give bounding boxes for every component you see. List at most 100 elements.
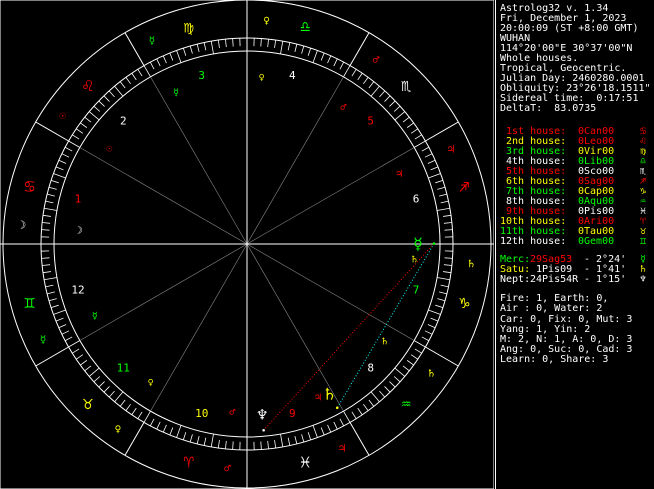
house-cusp-value: 0Gem00 xyxy=(578,236,615,247)
house-ruler-icon: ☉ xyxy=(106,144,112,155)
degree-tick xyxy=(436,277,450,281)
degree-tick xyxy=(42,214,51,217)
degree-tick xyxy=(232,441,234,450)
planet-name: Nept: xyxy=(500,274,531,285)
house-number: 8 xyxy=(367,362,374,375)
degree-tick xyxy=(125,403,131,411)
degree-tick xyxy=(435,179,444,184)
degree-tick xyxy=(48,186,57,190)
degree-tick xyxy=(393,105,401,112)
degree-tick xyxy=(108,90,115,98)
house-number: 9 xyxy=(289,407,296,420)
degree-tick xyxy=(421,146,430,152)
degree-tick xyxy=(114,391,124,403)
degree-tick xyxy=(217,440,220,449)
degree-tick xyxy=(44,277,58,281)
degree-tick xyxy=(182,47,187,56)
degree-tick xyxy=(182,432,187,441)
degree-tick xyxy=(137,69,143,77)
house-cusp-line xyxy=(150,76,248,245)
degree-tick xyxy=(68,340,81,348)
degree-tick xyxy=(424,153,433,158)
degree-tick xyxy=(210,433,214,447)
house-number: 1 xyxy=(75,193,82,206)
degree-tick xyxy=(414,348,422,354)
degree-tick xyxy=(280,433,284,447)
chart-wheel-area: ♈ ♂ ♉ ♀ ♊ ☿ ♋ ☽ ♌ ☉ ♍ ☿ ♎ ♀ ♏ ♂ ♐ ♃ ♑ ♄ ♒ ♄ ♓ ♃ 1 ☽ 2 ☉ 3 ☿ 4 ♀ 5 ♂ 6 ♃ 7 ♄ 8 ♄… xyxy=(0,0,494,489)
degree-tick xyxy=(287,437,291,446)
degree-tick xyxy=(72,348,80,354)
learn-share-counts: Learn: 0, Share: 3 xyxy=(500,354,609,365)
degree-tick xyxy=(343,65,351,78)
house-ruler-icon: ♃ xyxy=(396,169,402,180)
degree-tick xyxy=(156,421,161,430)
degree-tick xyxy=(437,186,446,190)
degree-tick xyxy=(58,324,67,329)
zodiac-sign-icon: ♐ xyxy=(459,177,469,197)
degree-tick xyxy=(45,200,54,204)
degree-tick xyxy=(294,44,298,52)
house-number: 6 xyxy=(413,193,420,206)
degree-tick xyxy=(143,65,151,78)
degree-tick xyxy=(301,45,305,54)
zodiac-sign-icon: ♎ xyxy=(300,18,310,38)
sign-boundary xyxy=(124,32,145,66)
degree-tick xyxy=(50,179,59,184)
degree-tick xyxy=(439,193,447,197)
degree-tick xyxy=(320,52,325,61)
degree-tick xyxy=(444,257,453,259)
house-label: 12th house: xyxy=(500,236,567,247)
degree-tick xyxy=(444,229,453,231)
degree-tick xyxy=(413,340,426,348)
degree-tick xyxy=(435,304,444,309)
degree-tick xyxy=(368,399,375,407)
zodiac-sign-icon: ♍ xyxy=(184,18,194,38)
degree-tick xyxy=(406,360,414,366)
house-ruler-icon: ♄ xyxy=(411,255,417,266)
house-number: 11 xyxy=(117,362,130,375)
degree-tick xyxy=(339,418,345,427)
degree-tick xyxy=(125,77,131,85)
degree-tick xyxy=(274,440,277,449)
degree-tick xyxy=(169,427,174,436)
degree-tick xyxy=(189,45,193,54)
house-number: 4 xyxy=(289,69,296,82)
degree-tick xyxy=(439,291,447,295)
degree-tick xyxy=(80,122,88,128)
degree-tick xyxy=(176,425,182,438)
degree-tick xyxy=(55,317,64,322)
degree-tick xyxy=(430,166,439,171)
degree-tick xyxy=(402,116,410,123)
degree-tick xyxy=(47,291,55,295)
house-sign-icon: ♊ xyxy=(639,236,647,247)
degree-tick xyxy=(103,95,110,102)
degree-tick xyxy=(149,418,155,427)
degree-tick xyxy=(98,381,105,388)
planet-dot xyxy=(262,428,265,432)
degree-tick xyxy=(119,399,126,407)
degree-tick xyxy=(64,146,73,152)
degree-tick xyxy=(443,214,452,217)
house-ruler-icon: ♃ xyxy=(315,392,321,403)
degree-tick xyxy=(280,41,284,55)
degree-tick xyxy=(443,222,452,224)
degree-tick xyxy=(421,336,430,342)
degree-tick xyxy=(64,336,73,342)
degree-tick xyxy=(189,434,193,443)
degree-tick xyxy=(363,77,369,85)
degree-tick xyxy=(68,140,81,148)
degree-tick xyxy=(119,81,126,89)
sign-boundary xyxy=(349,422,370,456)
degree-tick xyxy=(430,317,439,322)
house-ruler-icon: ♂ xyxy=(340,102,347,113)
degree-tick xyxy=(176,50,182,63)
sign-ruler-icon: ♄ xyxy=(468,258,475,271)
degree-tick xyxy=(267,440,269,449)
degree-tick xyxy=(424,330,433,335)
planet-dot xyxy=(335,406,339,410)
sign-ruler-icon: ♃ xyxy=(339,442,346,455)
zodiac-sign-icon: ♌ xyxy=(83,76,93,96)
degree-tick xyxy=(42,271,51,274)
degree-tick xyxy=(162,55,167,64)
degree-tick xyxy=(427,159,436,164)
